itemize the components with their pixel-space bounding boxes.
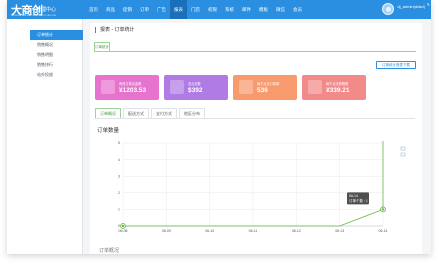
chart-restore-icon xyxy=(400,152,406,157)
nav-item-mail[interactable]: 邮件 xyxy=(238,0,255,19)
sidebar-item-sales-overview[interactable]: 销售概况 xyxy=(30,40,82,50)
avatar[interactable] xyxy=(382,3,395,15)
sidebar-item-sales-detail[interactable]: 销售明细 xyxy=(30,50,82,60)
x-tick-label: 06-13 xyxy=(335,229,344,233)
nav-item-goods[interactable]: 商品 xyxy=(102,0,119,19)
nav-item-home[interactable]: 首页 xyxy=(85,0,102,19)
top-navbar: 大商创 管理中心 PROFESSIONAL MULTI-MERCHANT PLA… xyxy=(7,0,431,19)
x-tick-label: 06-09 xyxy=(162,229,171,233)
data-point-center xyxy=(381,208,385,211)
nav-item-promotion[interactable]: 促销 xyxy=(119,0,136,19)
nav-item-permissions[interactable]: 权限 xyxy=(204,0,221,19)
sidebar-item-sales-ranking[interactable]: 销售排行 xyxy=(30,60,82,70)
app-window: 大商创 管理中心 PROFESSIONAL MULTI-MERCHANT PLA… xyxy=(7,0,431,254)
main-panel: 报表 - 订单统计 订单统计 订单统计报表下载 有效订单总金额 ¥1203.53… xyxy=(90,23,422,254)
main-nav: 首页 商品 促销 订单 广告 报表 门店 权限 系统 邮件 模板 微信 会员 xyxy=(85,0,306,19)
brand-subtitle: 管理中心 xyxy=(36,7,57,13)
x-tick-label: 06-08 xyxy=(119,229,128,233)
y-tick-label: 1 xyxy=(118,208,120,212)
nav-item-reports[interactable]: 报表 xyxy=(170,0,187,19)
user-name[interactable]: dj_admin(ddsd) xyxy=(397,4,425,9)
user-area[interactable]: dj_admin(ddsd) xyxy=(382,3,425,15)
tooltip-date: 06-14 xyxy=(349,194,358,198)
y-tick-label: 2 xyxy=(118,191,120,195)
nav-item-stores[interactable]: 门店 xyxy=(187,0,204,19)
sidebar: 订单统计 销售概况 销售明细 销售排行 站外投放 xyxy=(7,19,83,254)
x-tick-label: 06-14 xyxy=(379,229,388,233)
x-tick-label: 06-11 xyxy=(249,229,258,233)
nav-item-ads[interactable]: 广告 xyxy=(153,0,170,19)
nav-item-orders[interactable]: 订单 xyxy=(136,0,153,19)
footer-label: 订单概况 xyxy=(99,248,120,254)
nav-item-members[interactable]: 会员 xyxy=(289,0,306,19)
nav-item-system[interactable]: 系统 xyxy=(221,0,238,19)
nav-item-wechat[interactable]: 微信 xyxy=(272,0,289,19)
y-tick-label: 0 xyxy=(118,224,120,228)
order-count-chart: 0 1 2 3 4 5 06-08 06-09 06-10 06-11 06-12 06-13 06-1… xyxy=(118,141,406,233)
y-tick-label: 3 xyxy=(118,174,120,178)
sidebar-item-offsite[interactable]: 站外投放 xyxy=(30,70,82,80)
x-tick-label: 06-12 xyxy=(292,229,301,233)
nav-item-templates[interactable]: 模板 xyxy=(255,0,272,19)
data-point-center xyxy=(121,224,125,228)
tooltip-value: 订单个数 : 1 xyxy=(349,198,368,203)
y-tick-label: 5 xyxy=(118,141,120,145)
x-tick-label: 06-10 xyxy=(205,229,214,233)
chart-view-icon xyxy=(400,146,406,151)
y-tick-label: 4 xyxy=(118,158,120,162)
brand-tagline: PROFESSIONAL MULTI-MERCHANT PLATFORM xyxy=(11,15,57,17)
sidebar-item-order-stats[interactable]: 订单统计 xyxy=(30,30,83,40)
edit-icon[interactable]: ✎ xyxy=(427,2,430,7)
